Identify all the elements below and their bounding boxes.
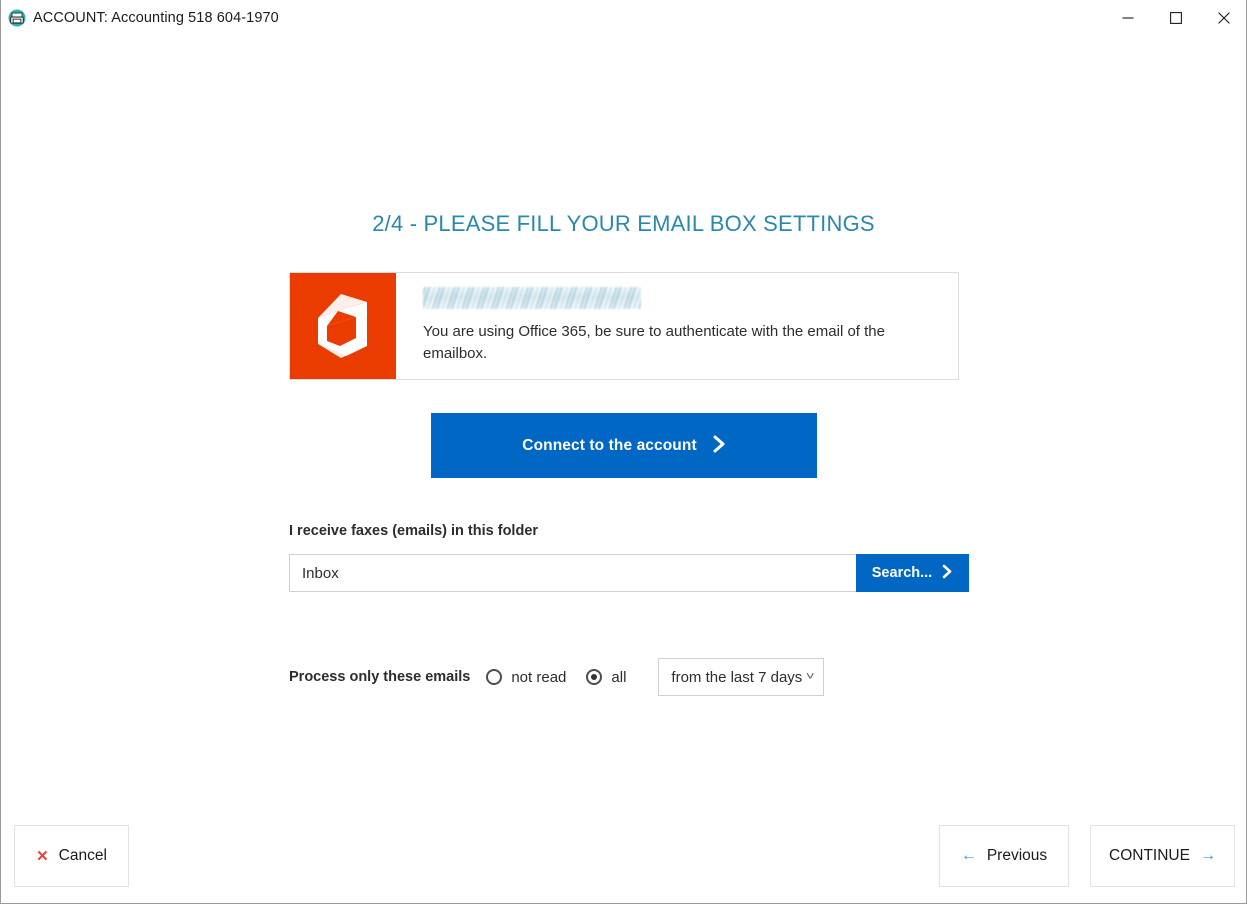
search-label: Search... [871, 565, 933, 581]
page-title: 2/4 - PLEASE FILL YOUR EMAIL BOX SETTING… [372, 211, 875, 236]
folder-field-label: I receive faxes (emails) in this folder [289, 523, 539, 539]
arrow-right-icon: → [1199, 847, 1216, 864]
process-emails-row: Process only these emails not read all f… [289, 658, 825, 696]
radio-option-all[interactable]: all [586, 669, 626, 686]
period-select-value: from the last 7 days [671, 668, 803, 686]
continue-label: CONTINUE [1109, 847, 1190, 864]
chevron-down-icon: ˅ [805, 670, 815, 683]
connect-to-account-button[interactable]: Connect to the account [431, 413, 817, 478]
period-select[interactable]: from the last 7 days ˅ [658, 658, 825, 696]
wizard-content: 2/4 - PLEASE FILL YOUR EMAIL BOX SETTING… [1, 36, 1246, 902]
office365-notice-body: You are using Office 365, be sure to aut… [396, 273, 958, 379]
arrow-left-icon: ← [960, 847, 977, 864]
office-365-logo [290, 273, 396, 379]
chevron-right-icon [942, 564, 953, 583]
radio-not-read-indicator [486, 669, 503, 685]
close-icon [1218, 12, 1230, 24]
cancel-button[interactable]: ✕ Cancel [14, 825, 129, 887]
maximize-button[interactable] [1152, 0, 1200, 36]
folder-input[interactable] [289, 554, 856, 592]
previous-button[interactable]: ← Previous [939, 825, 1069, 887]
redacted-text [423, 287, 641, 309]
cancel-label: Cancel [58, 847, 107, 864]
office365-message: You are using Office 365, be sure to aut… [423, 323, 885, 362]
search-folder-button[interactable]: Search... [856, 554, 969, 592]
app-window: ACCOUNT: Accounting 518 604-1970 2/4 - P… [0, 0, 1247, 904]
radio-all-label: all [611, 668, 627, 686]
minimize-button[interactable] [1104, 0, 1152, 36]
folder-field-row: Search... [289, 554, 969, 592]
window-title: ACCOUNT: Accounting 518 604-1970 [33, 9, 279, 26]
radio-all-indicator [586, 669, 603, 685]
minimize-icon [1122, 12, 1134, 24]
continue-button[interactable]: CONTINUE → [1090, 825, 1235, 887]
previous-label: Previous [986, 847, 1048, 864]
title-bar: ACCOUNT: Accounting 518 604-1970 [1, 0, 1246, 36]
process-emails-label: Process only these emails [289, 669, 471, 685]
x-icon: ✕ [36, 848, 49, 865]
connect-label: Connect to the account [522, 436, 697, 454]
close-button[interactable] [1200, 0, 1246, 36]
chevron-right-icon [713, 435, 726, 457]
office365-notice: You are using Office 365, be sure to aut… [289, 272, 959, 380]
fax-account-icon [8, 9, 26, 27]
window-controls [1104, 0, 1246, 36]
radio-not-read-label: not read [511, 668, 567, 686]
radio-option-not-read[interactable]: not read [486, 669, 566, 686]
maximize-icon [1170, 12, 1182, 24]
